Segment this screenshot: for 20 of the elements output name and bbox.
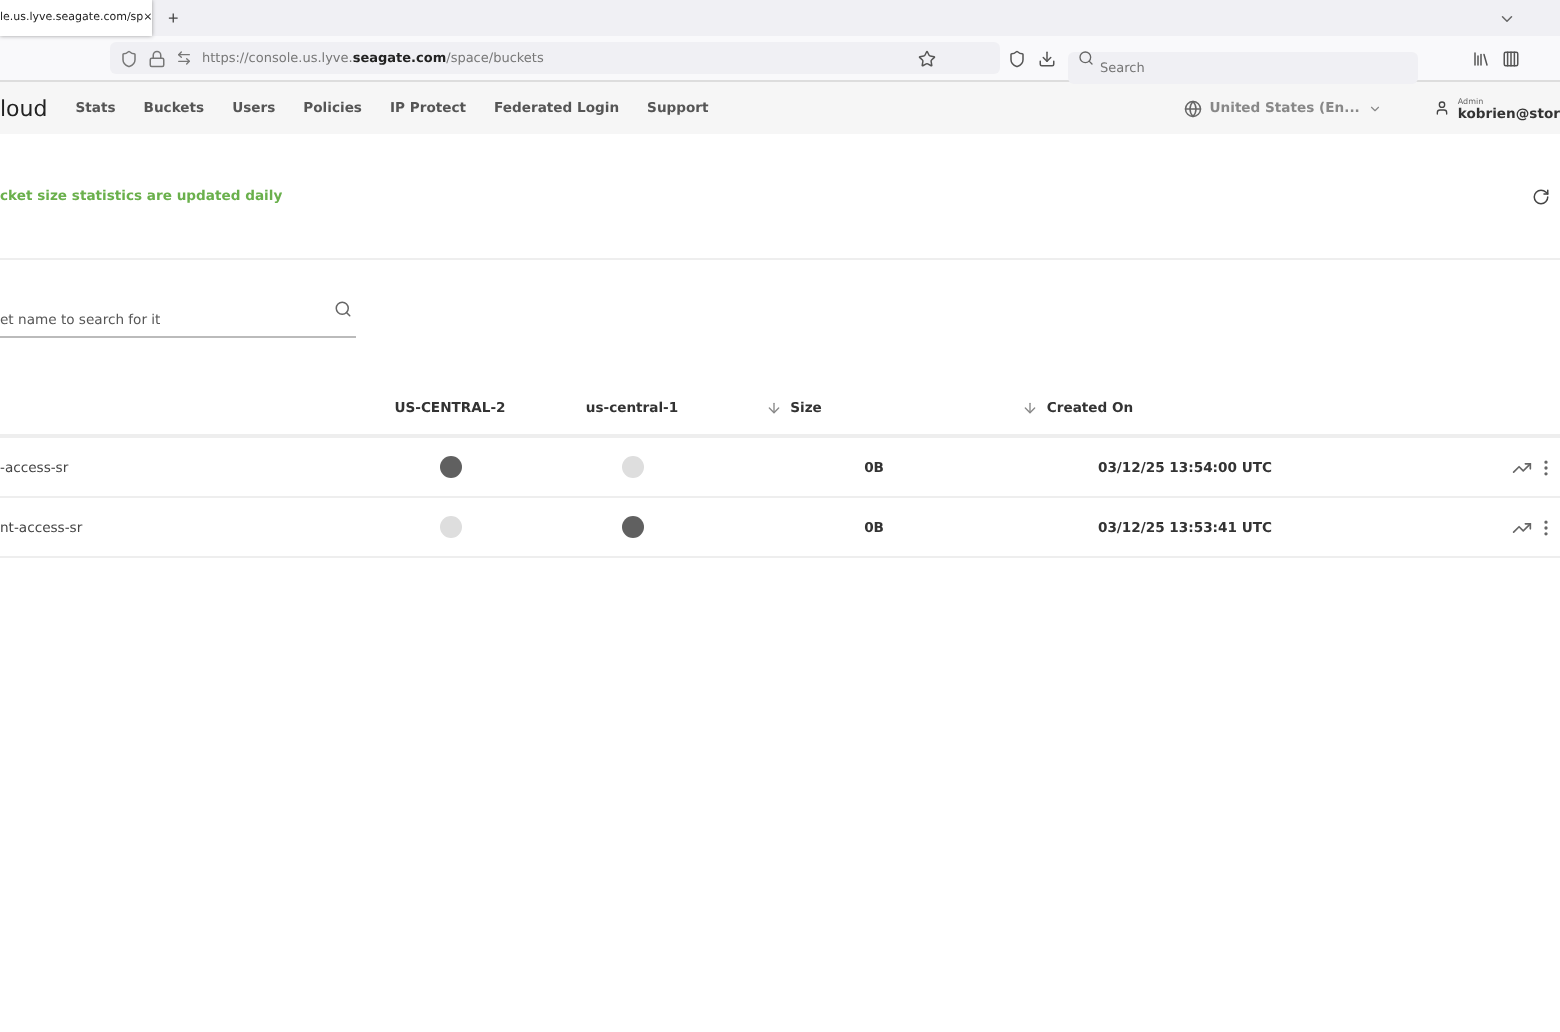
search-icon — [1078, 50, 1094, 66]
chart-icon[interactable] — [1512, 517, 1532, 537]
chart-icon[interactable] — [1512, 457, 1532, 477]
new-tab-button[interactable]: + — [168, 8, 179, 28]
shield-icon[interactable] — [120, 49, 138, 67]
download-icon[interactable] — [1038, 49, 1056, 67]
refresh-icon[interactable] — [1532, 187, 1550, 205]
lock-icon — [148, 49, 166, 67]
arrows-icon — [176, 50, 192, 66]
user-icon — [1433, 100, 1450, 116]
sort-arrow-icon[interactable] — [1022, 400, 1039, 416]
library-icon[interactable] — [1472, 49, 1490, 67]
sort-arrow-icon[interactable] — [766, 400, 783, 416]
search-icon — [334, 300, 352, 318]
logo-text: loud — [0, 95, 48, 121]
pocket-icon[interactable] — [1008, 49, 1026, 67]
columns-icon[interactable] — [1502, 49, 1520, 67]
caret-icon[interactable] — [1367, 101, 1382, 115]
star-icon[interactable] — [918, 49, 936, 67]
globe-icon[interactable] — [1183, 99, 1202, 117]
